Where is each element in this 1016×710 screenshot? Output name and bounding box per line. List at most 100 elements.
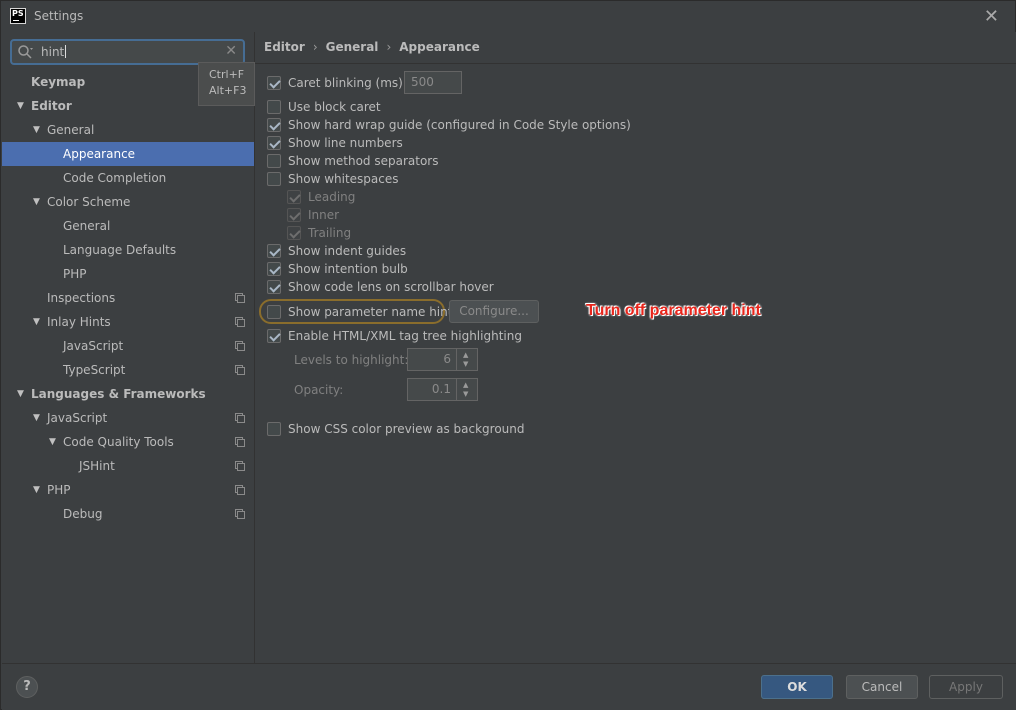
opacity-value: 0.1 bbox=[431, 382, 451, 396]
expand-arrow-icon[interactable]: ▼ bbox=[17, 382, 24, 406]
configure-button[interactable]: Configure... bbox=[449, 300, 539, 323]
tree-item-general[interactable]: ▼ General bbox=[2, 118, 254, 142]
breadcrumb: Editor › General › Appearance bbox=[264, 40, 480, 54]
tree-item-typescript[interactable]: TypeScript bbox=[2, 358, 254, 382]
inner-label: Inner bbox=[308, 208, 340, 222]
project-settings-icon bbox=[235, 317, 245, 327]
tree-item-label: TypeScript bbox=[63, 363, 126, 377]
parameter-hints-label: Show parameter name hints bbox=[288, 305, 459, 319]
tree-item-debug[interactable]: Debug bbox=[2, 502, 254, 526]
close-icon[interactable]: ✕ bbox=[984, 6, 999, 27]
tree-item-label: Keymap bbox=[31, 75, 86, 89]
tree-item-label: Language Defaults bbox=[63, 243, 177, 257]
project-settings-icon bbox=[235, 509, 245, 519]
whitespaces-label: Show whitespaces bbox=[288, 172, 399, 186]
expand-arrow-icon[interactable]: ▼ bbox=[33, 478, 40, 502]
tree-item-code-quality-tools[interactable]: ▼ Code Quality Tools bbox=[2, 430, 254, 454]
tree-item-inspections[interactable]: Inspections bbox=[2, 286, 254, 310]
tree-item-jshint[interactable]: JSHint bbox=[2, 454, 254, 478]
tree-item-general[interactable]: General bbox=[2, 214, 254, 238]
ok-button[interactable]: OK bbox=[761, 675, 833, 699]
levels-spinner[interactable]: 6 ▲ ▼ bbox=[407, 348, 478, 371]
tree-item-color-scheme[interactable]: ▼ Color Scheme bbox=[2, 190, 254, 214]
expand-arrow-icon[interactable]: ▼ bbox=[33, 406, 40, 430]
opacity-spinner[interactable]: 0.1 ▲ ▼ bbox=[407, 378, 478, 401]
breadcrumb-divider bbox=[255, 63, 1016, 64]
expand-arrow-icon[interactable]: ▼ bbox=[33, 310, 40, 334]
css-color-label: Show CSS color preview as background bbox=[288, 422, 525, 436]
caret-blinking-checkbox[interactable] bbox=[267, 76, 281, 90]
search-icon bbox=[18, 45, 33, 59]
search-input-value[interactable]: hint bbox=[41, 45, 66, 59]
annotation-turn-off-hint: Turn off parameter hint bbox=[586, 302, 761, 319]
intention-bulb-checkbox[interactable] bbox=[267, 262, 281, 276]
tree-item-label: Appearance bbox=[63, 147, 136, 161]
tree-item-languages-frameworks[interactable]: ▼ Languages & Frameworks bbox=[2, 382, 254, 406]
expand-arrow-icon[interactable]: ▼ bbox=[17, 94, 24, 118]
parameter-hints-checkbox[interactable] bbox=[267, 305, 281, 319]
method-separators-checkbox[interactable] bbox=[267, 154, 281, 168]
tag-tree-checkbox[interactable] bbox=[267, 329, 281, 343]
tree-item-label: JSHint bbox=[79, 459, 115, 473]
settings-sidebar: hint ✕ Keymap ▼ Editor ▼ General Appearance Co… bbox=[2, 32, 254, 663]
phpstorm-app-icon: PS bbox=[10, 8, 26, 24]
block-caret-checkbox[interactable] bbox=[267, 100, 281, 114]
tree-item-label: Color Scheme bbox=[47, 195, 131, 209]
css-color-checkbox[interactable] bbox=[267, 422, 281, 436]
tree-item-label: Inspections bbox=[47, 291, 116, 305]
tree-item-label: Inlay Hints bbox=[47, 315, 111, 329]
title-bar: PS Settings ✕ bbox=[1, 1, 1015, 32]
trailing-label: Trailing bbox=[308, 226, 352, 240]
tree-item-appearance[interactable]: Appearance bbox=[2, 142, 254, 166]
intention-bulb-label: Show intention bulb bbox=[288, 262, 408, 276]
tree-item-language-defaults[interactable]: Language Defaults bbox=[2, 238, 254, 262]
tree-item-label: JavaScript bbox=[63, 339, 124, 353]
hard-wrap-checkbox[interactable] bbox=[267, 118, 281, 132]
tree-item-code-completion[interactable]: Code Completion bbox=[2, 166, 254, 190]
clear-search-icon[interactable]: ✕ bbox=[225, 43, 237, 59]
tree-item-label: PHP bbox=[63, 267, 87, 281]
tree-item-label: PHP bbox=[47, 483, 71, 497]
tree-item-label: General bbox=[63, 219, 111, 233]
caret-blinking-ms-input[interactable]: 500 bbox=[404, 71, 462, 94]
breadcrumb-separator: › bbox=[386, 40, 392, 54]
tree-item-label: Debug bbox=[63, 507, 103, 521]
block-caret-label: Use block caret bbox=[288, 100, 381, 114]
expand-arrow-icon[interactable]: ▼ bbox=[33, 190, 40, 214]
project-settings-icon bbox=[235, 413, 245, 423]
spinner-arrows-icon[interactable]: ▲ ▼ bbox=[456, 379, 477, 400]
project-settings-icon bbox=[235, 461, 245, 471]
expand-arrow-icon[interactable]: ▼ bbox=[33, 118, 40, 142]
code-lens-label: Show code lens on scrollbar hover bbox=[288, 280, 494, 294]
apply-button[interactable]: Apply bbox=[929, 675, 1003, 699]
dialog-footer: ? OK Cancel Apply bbox=[2, 663, 1016, 710]
breadcrumb-appearance: Appearance bbox=[399, 40, 480, 54]
tree-item-php[interactable]: ▼ PHP bbox=[2, 478, 254, 502]
line-numbers-checkbox[interactable] bbox=[267, 136, 281, 150]
window-title: Settings bbox=[34, 9, 84, 23]
breadcrumb-separator: › bbox=[312, 40, 318, 54]
tree-item-inlay-hints[interactable]: ▼ Inlay Hints bbox=[2, 310, 254, 334]
opacity-label: Opacity: bbox=[294, 383, 344, 397]
line-numbers-label: Show line numbers bbox=[288, 136, 403, 150]
cancel-button[interactable]: Cancel bbox=[846, 675, 918, 699]
search-shortcut-tooltip: Ctrl+F Alt+F3 bbox=[198, 62, 255, 106]
tree-item-php[interactable]: PHP bbox=[2, 262, 254, 286]
tree-item-javascript[interactable]: JavaScript bbox=[2, 334, 254, 358]
trailing-checkbox bbox=[287, 226, 301, 240]
project-settings-icon bbox=[235, 437, 245, 447]
code-lens-checkbox[interactable] bbox=[267, 280, 281, 294]
tree-item-label: Code Completion bbox=[63, 171, 167, 185]
settings-tree: Keymap ▼ Editor ▼ General Appearance Code Comp… bbox=[2, 70, 254, 526]
shortcut-alt-f3: Alt+F3 bbox=[209, 84, 247, 97]
leading-label: Leading bbox=[308, 190, 356, 204]
help-button[interactable]: ? bbox=[16, 676, 38, 698]
breadcrumb-general: General bbox=[325, 40, 379, 54]
spinner-arrows-icon[interactable]: ▲ ▼ bbox=[456, 349, 477, 370]
expand-arrow-icon[interactable]: ▼ bbox=[49, 430, 56, 454]
tree-item-javascript[interactable]: ▼ JavaScript bbox=[2, 406, 254, 430]
whitespaces-checkbox[interactable] bbox=[267, 172, 281, 186]
hard-wrap-label: Show hard wrap guide (configured in Code… bbox=[288, 118, 631, 132]
breadcrumb-editor: Editor bbox=[264, 40, 305, 54]
indent-guides-checkbox[interactable] bbox=[267, 244, 281, 258]
